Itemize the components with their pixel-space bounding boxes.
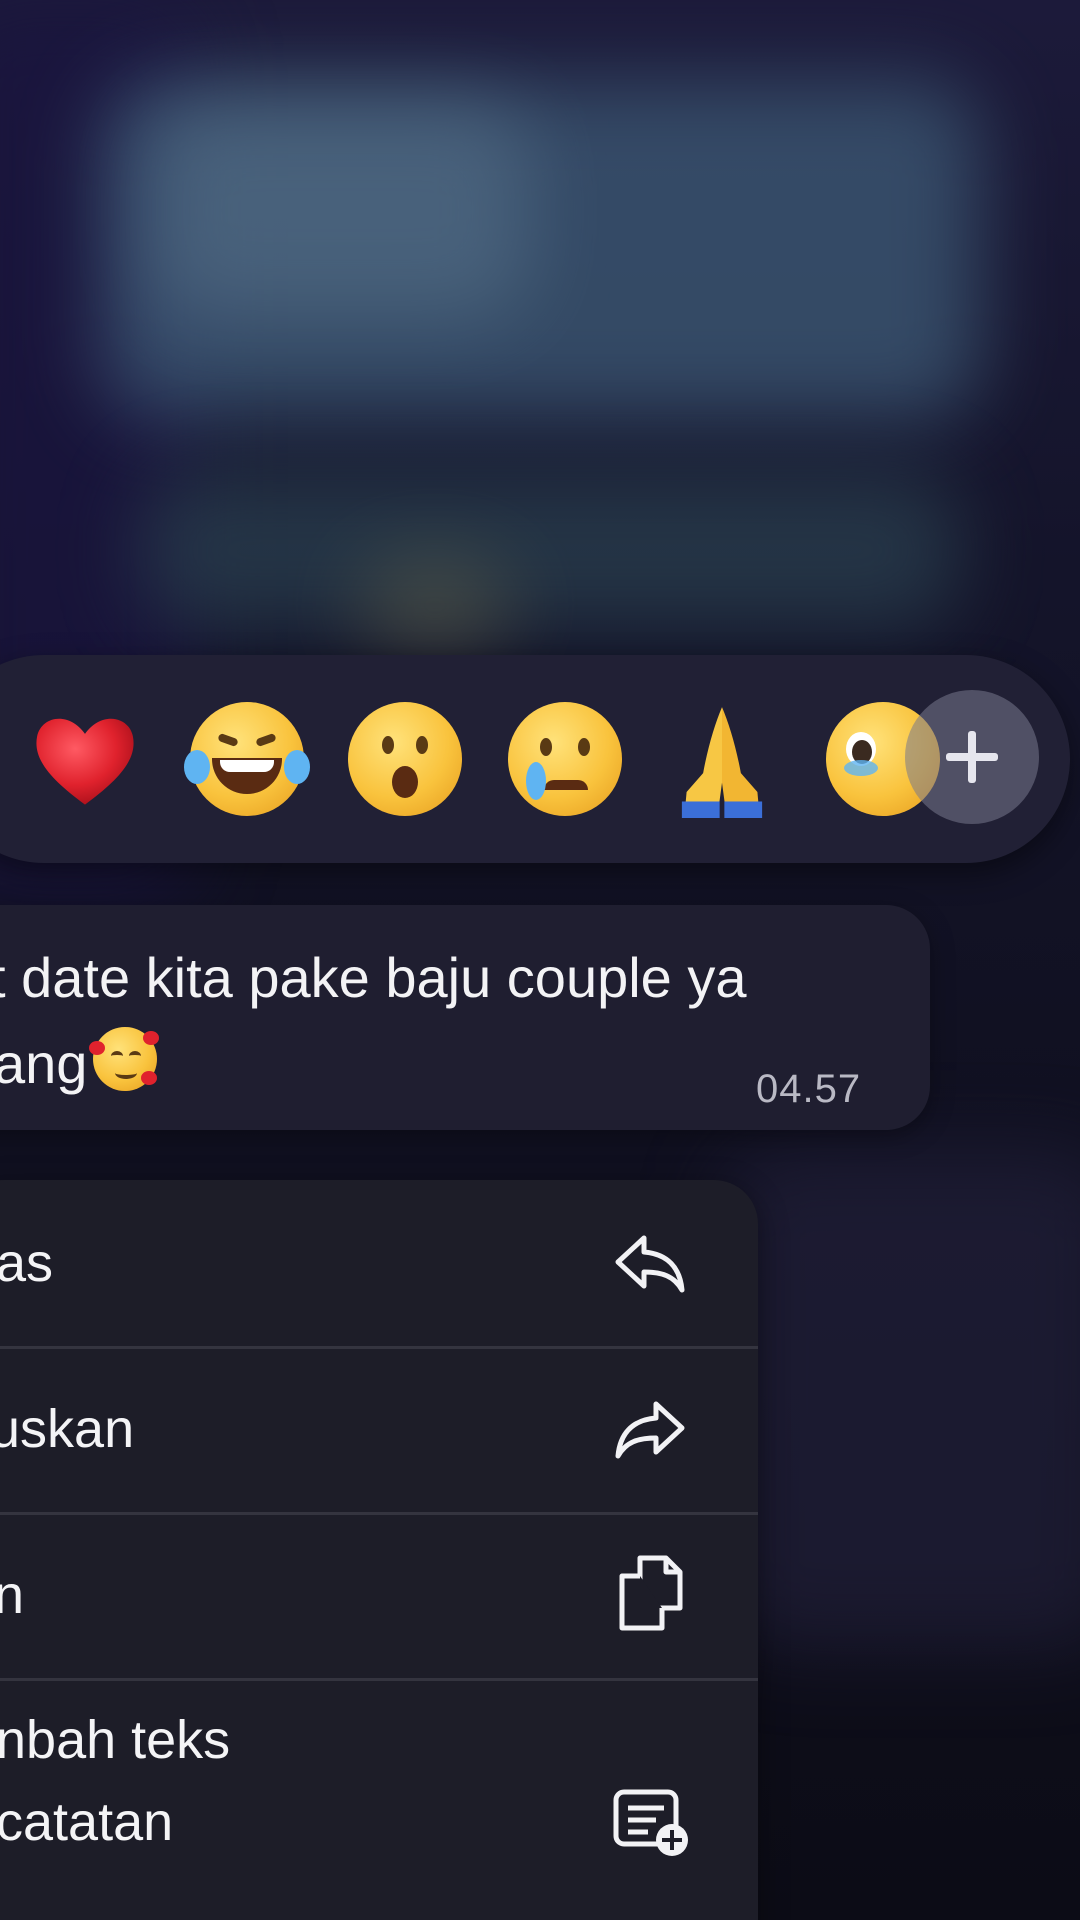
- screen: t date kita pake baju couple ya ang 04.5…: [0, 0, 1080, 1920]
- message-timestamp: 04.57: [756, 1067, 862, 1111]
- message-text-line-2: ang: [0, 1027, 160, 1096]
- message-context-menu: as uskan n nbah teks catatan: [0, 1180, 758, 1920]
- menu-item-forward[interactable]: uskan: [0, 1346, 758, 1515]
- heart-icon: [36, 718, 134, 805]
- reaction-surprised[interactable]: [348, 702, 462, 816]
- message-text-line-2-text: ang: [0, 1032, 88, 1095]
- smiling-face-with-hearts-icon: [89, 1027, 160, 1091]
- menu-item-add-note-label-line1: nbah teks: [0, 1710, 231, 1770]
- menu-item-add-note-label-line2: catatan: [0, 1792, 174, 1852]
- add-note-icon: [610, 1782, 690, 1862]
- folded-hands-icon: [681, 707, 763, 818]
- reaction-heart[interactable]: [28, 702, 142, 816]
- copy-icon: [610, 1552, 690, 1632]
- menu-item-copy[interactable]: n: [0, 1512, 758, 1681]
- reply-icon: [610, 1222, 690, 1302]
- message-text-line-1: t date kita pake baju couple ya: [0, 946, 747, 1009]
- forward-icon: [610, 1388, 690, 1468]
- menu-item-copy-label: n: [0, 1565, 25, 1625]
- menu-item-forward-label: uskan: [0, 1399, 135, 1459]
- more-reactions-button[interactable]: [905, 690, 1039, 824]
- menu-item-add-note[interactable]: nbah teks catatan: [0, 1678, 758, 1920]
- reaction-laughing-tears[interactable]: [184, 702, 310, 816]
- menu-item-reply[interactable]: as: [0, 1180, 758, 1349]
- plus-icon: [946, 731, 998, 783]
- reaction-folded-hands[interactable]: [660, 700, 784, 818]
- reaction-crying[interactable]: [508, 702, 622, 816]
- menu-item-reply-label: as: [0, 1233, 54, 1293]
